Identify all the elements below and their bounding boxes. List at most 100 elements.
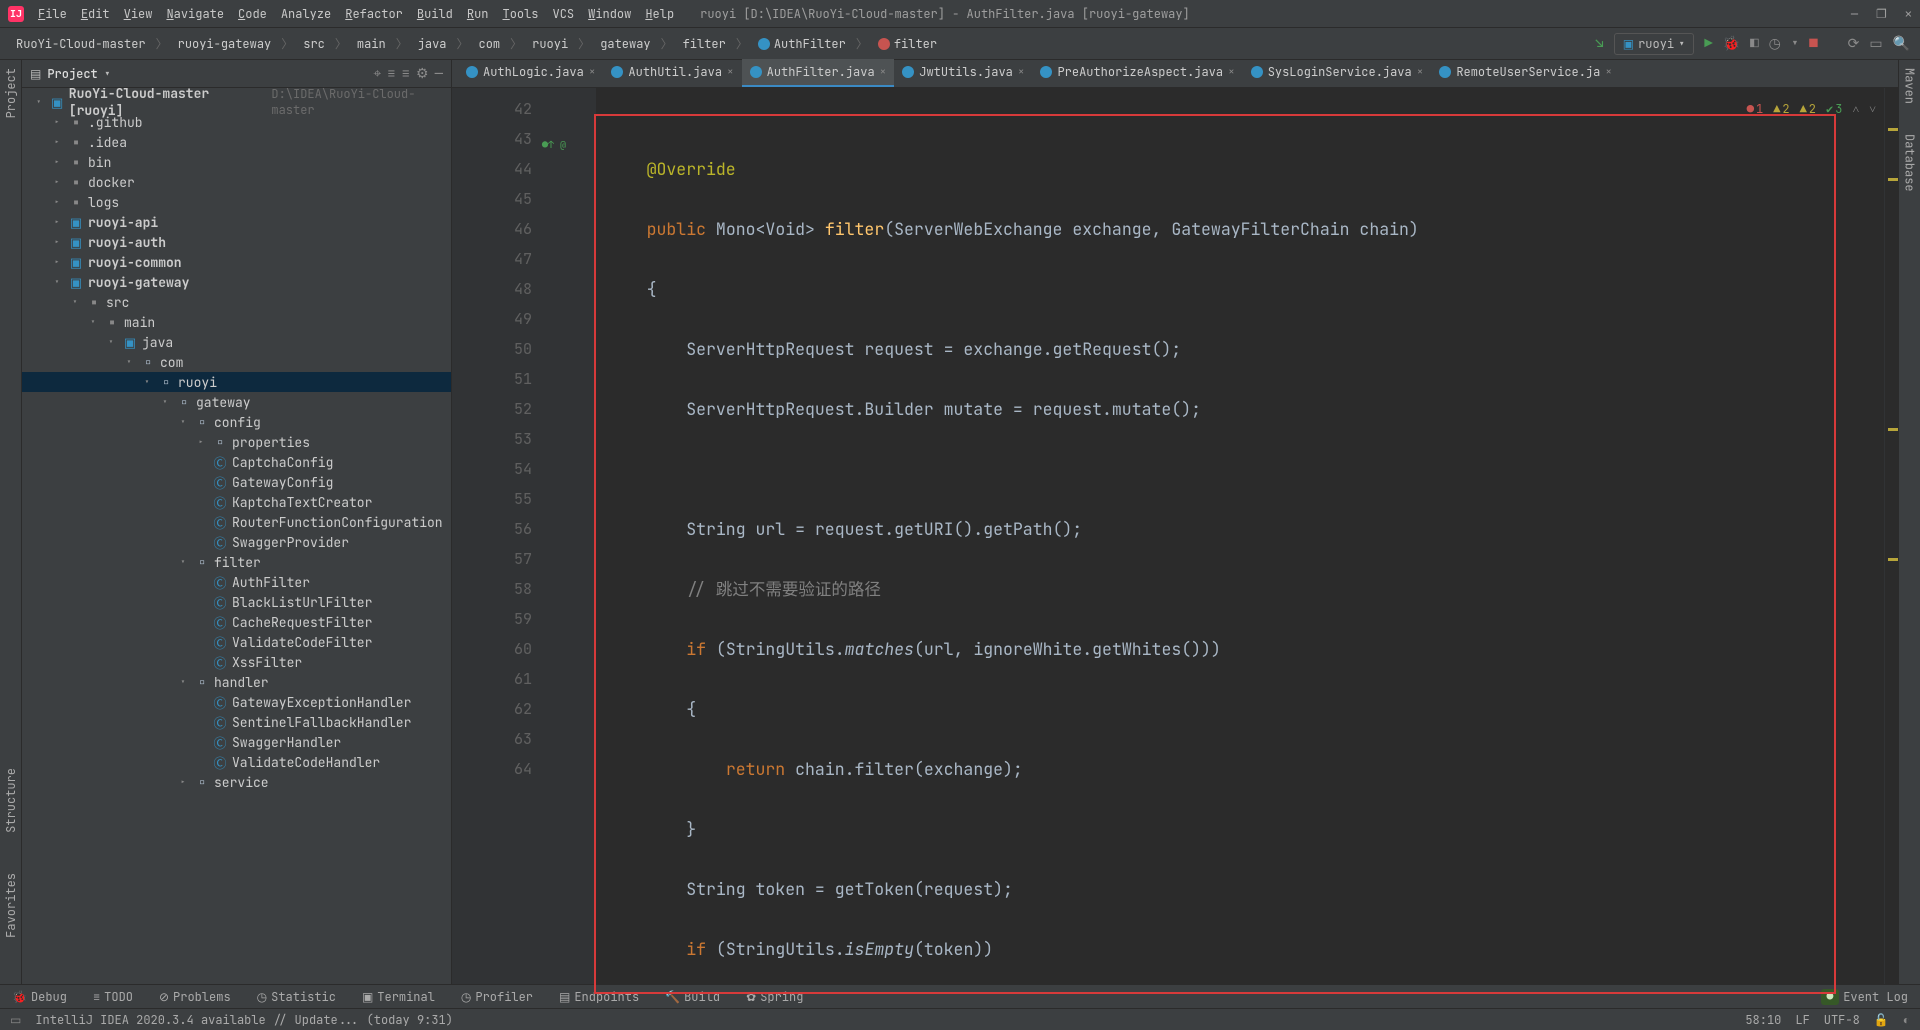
tree-com[interactable]: ▾▫com <box>22 352 451 372</box>
profile-icon[interactable]: ◷ <box>1769 35 1781 53</box>
tree-routerfunctionconfiguration[interactable]: ⒸRouterFunctionConfiguration <box>22 512 451 532</box>
tree-gateway[interactable]: ▾▫gateway <box>22 392 451 412</box>
hide-icon[interactable]: — <box>435 65 443 83</box>
tab-preauthorizeaspect-java[interactable]: PreAuthorizeAspect.java× <box>1032 59 1242 87</box>
close-icon[interactable]: ✕ <box>1905 6 1912 22</box>
tree-java[interactable]: ▾▣java <box>22 332 451 352</box>
vcs-commit-icon[interactable]: ▭ <box>1869 35 1882 53</box>
close-tab-icon[interactable]: × <box>1417 65 1424 79</box>
crumb-java[interactable]: java <box>412 33 453 55</box>
search-icon[interactable]: 🔍 <box>1893 35 1910 53</box>
gutter-line[interactable]: 60 <box>456 634 532 664</box>
gutter-line[interactable]: 48 <box>456 274 532 304</box>
target-icon[interactable]: ⌖ <box>373 65 381 83</box>
tree-ruoyi-auth[interactable]: ▸▣ruoyi-auth <box>22 232 451 252</box>
gutter-line[interactable]: 44 <box>456 154 532 184</box>
gutter-line[interactable]: 51 <box>456 364 532 394</box>
encoding[interactable]: UTF-8 <box>1824 1012 1860 1028</box>
tree-blacklisturlfilter[interactable]: ⒸBlackListUrlFilter <box>22 592 451 612</box>
close-tab-icon[interactable]: × <box>1228 65 1235 79</box>
close-tab-icon[interactable]: × <box>1605 65 1612 79</box>
menu-view[interactable]: View <box>124 6 153 22</box>
close-tab-icon[interactable]: × <box>727 65 734 79</box>
tree-properties[interactable]: ▸▫properties <box>22 432 451 452</box>
caret-position[interactable]: 58:10 <box>1745 1012 1781 1028</box>
gutter-line[interactable]: 63 <box>456 724 532 754</box>
crumb-authfilter[interactable]: AuthFilter <box>752 33 852 55</box>
crumb-main[interactable]: main <box>351 33 392 55</box>
menu-analyze[interactable]: Analyze <box>281 6 331 22</box>
memory-icon[interactable]: ◐ <box>1903 1012 1910 1028</box>
tool-profiler[interactable]: ◷ Profiler <box>461 989 533 1005</box>
status-icon[interactable]: ▭ <box>10 1012 21 1028</box>
tool-event-log[interactable]: ● Event Log <box>1821 989 1908 1005</box>
tool-todo[interactable]: ≡ TODO <box>93 989 133 1005</box>
menu-vcs[interactable]: VCS <box>553 6 575 22</box>
gutter-line[interactable]: 58 <box>456 574 532 604</box>
tree-validatecodehandler[interactable]: ⒸValidateCodeHandler <box>22 752 451 772</box>
tree-docker[interactable]: ▸▪docker <box>22 172 451 192</box>
chevron-down-icon[interactable]: ˅ <box>1869 94 1876 124</box>
tab-authutil-java[interactable]: AuthUtil.java× <box>603 59 741 87</box>
chevron-up-icon[interactable]: ˄ <box>1852 94 1859 124</box>
tree-sentinelfallbackhandler[interactable]: ⒸSentinelFallbackHandler <box>22 712 451 732</box>
tree-validatecodefilter[interactable]: ⒸValidateCodeFilter <box>22 632 451 652</box>
tree-ruoyi[interactable]: ▾▫ruoyi <box>22 372 451 392</box>
gutter-line[interactable]: 62 <box>456 694 532 724</box>
minimize-icon[interactable]: — <box>1851 6 1858 22</box>
menu-tools[interactable]: Tools <box>503 6 539 22</box>
crumb-com[interactable]: com <box>473 33 507 55</box>
menu-window[interactable]: Window <box>588 6 631 22</box>
gutter-line[interactable]: 53 <box>456 424 532 454</box>
gutter[interactable]: 4243●↑ @44454647484950515253545556575859… <box>452 88 542 984</box>
menu-navigate[interactable]: Navigate <box>166 6 224 22</box>
gutter-line[interactable]: 43●↑ @ <box>456 124 532 154</box>
tree-cacherequestfilter[interactable]: ⒸCacheRequestFilter <box>22 612 451 632</box>
code-area[interactable]: ●1 ▲2 ▲2 ✔3 ˄ ˅ @Override public Mono<Vo… <box>597 88 1884 984</box>
debug-icon[interactable]: 🐞 <box>1723 35 1740 53</box>
tool-maven[interactable]: Maven <box>1902 68 1918 104</box>
menu-edit[interactable]: Edit <box>81 6 110 22</box>
tool-endpoints[interactable]: ▤ Endpoints <box>559 989 639 1005</box>
tree-ruoyi-api[interactable]: ▸▣ruoyi-api <box>22 212 451 232</box>
crumb-ruoyi-cloud-master[interactable]: RuoYi-Cloud-master <box>10 33 152 55</box>
menu-refactor[interactable]: Refactor <box>345 6 403 22</box>
tool-problems[interactable]: ⊘ Problems <box>159 989 231 1005</box>
close-tab-icon[interactable]: × <box>1018 65 1025 79</box>
gutter-line[interactable]: 55 <box>456 484 532 514</box>
tool-favorites[interactable]: Favorites <box>3 873 19 938</box>
override-icon[interactable]: ●↑ @ <box>542 130 566 160</box>
tab-authlogic-java[interactable]: AuthLogic.java× <box>458 59 603 87</box>
readonly-icon[interactable]: 🔓 <box>1874 1012 1889 1028</box>
tree-authfilter[interactable]: ⒸAuthFilter <box>22 572 451 592</box>
crumb-filter[interactable]: filter <box>872 33 943 55</box>
gear-icon[interactable]: ⚙ <box>416 65 429 83</box>
tree-config[interactable]: ▾▫config <box>22 412 451 432</box>
more-run-icon[interactable]: ▾ <box>1791 35 1799 53</box>
project-tree[interactable]: ▾▣RuoYi-Cloud-master [ruoyi]D:\IDEA\RuoY… <box>22 88 451 984</box>
gutter-line[interactable]: 50 <box>456 334 532 364</box>
tree-gatewayconfig[interactable]: ⒸGatewayConfig <box>22 472 451 492</box>
tree-ruoyi-gateway[interactable]: ▾▣ruoyi-gateway <box>22 272 451 292</box>
menu-help[interactable]: Help <box>645 6 674 22</box>
tree-captchaconfig[interactable]: ⒸCaptchaConfig <box>22 452 451 472</box>
menu-build[interactable]: Build <box>417 6 453 22</box>
tree-bin[interactable]: ▸▪bin <box>22 152 451 172</box>
gutter-line[interactable]: 46 <box>456 214 532 244</box>
fold-strip[interactable] <box>542 88 597 984</box>
tool-spring[interactable]: ✿ Spring <box>746 989 803 1005</box>
tree-kaptchatextcreator[interactable]: ⒸKaptchaTextCreator <box>22 492 451 512</box>
tree-src[interactable]: ▾▪src <box>22 292 451 312</box>
gutter-line[interactable]: 61 <box>456 664 532 694</box>
tree-main[interactable]: ▾▪main <box>22 312 451 332</box>
tree-handler[interactable]: ▾▫handler <box>22 672 451 692</box>
chevron-down-icon[interactable]: ▾ <box>104 66 111 82</box>
tree-gatewayexceptionhandler[interactable]: ⒸGatewayExceptionHandler <box>22 692 451 712</box>
gutter-line[interactable]: 42 <box>456 94 532 124</box>
gutter-line[interactable]: 57 <box>456 544 532 574</box>
close-tab-icon[interactable]: × <box>589 65 596 79</box>
tool-database[interactable]: Database <box>1902 134 1918 192</box>
tree-ruoyi-cloud-master-ruoyi-[interactable]: ▾▣RuoYi-Cloud-master [ruoyi]D:\IDEA\RuoY… <box>22 92 451 112</box>
tool-statistic[interactable]: ◷ Statistic <box>257 989 336 1005</box>
crumb-filter[interactable]: filter <box>677 33 732 55</box>
